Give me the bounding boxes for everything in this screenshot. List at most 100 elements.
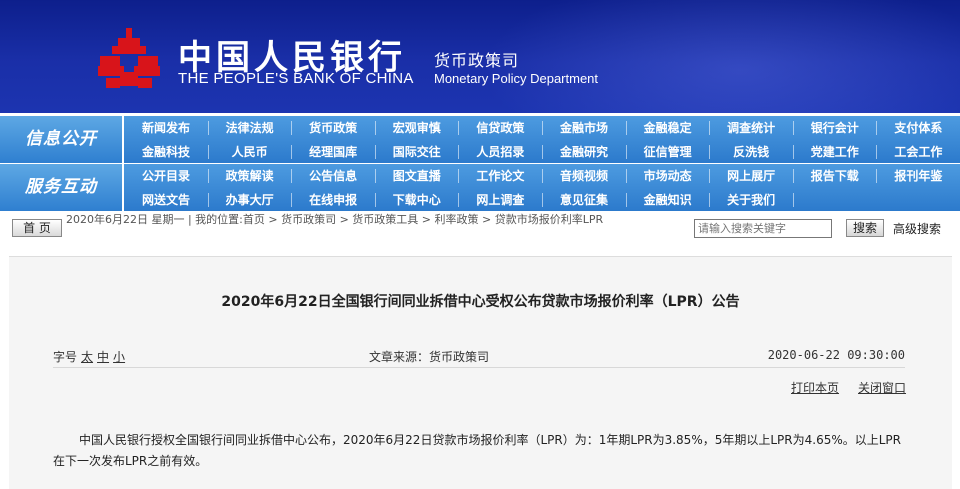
nav-item-group2-row2-6[interactable]: 金融知识	[628, 189, 708, 211]
nav-item-group2-row1-4[interactable]: 工作论文	[460, 165, 540, 187]
nav-separator	[792, 169, 794, 183]
nav-category-service-interaction[interactable]: 服务互动	[0, 164, 122, 211]
department-name-en: Monetary Policy Department	[434, 71, 599, 86]
search-input[interactable]	[694, 219, 832, 238]
nav-item-group1-row2-1[interactable]: 人民币	[210, 141, 290, 163]
nav-item-group2-row1-9[interactable]: 报刊年鉴	[878, 165, 958, 187]
toolbar: 首 页 2020年6月22日 星期一 | 我的位置:首页 > 货币政策司 > 货…	[0, 212, 960, 242]
nav-item-group1-row1-2[interactable]: 货币政策	[293, 117, 373, 139]
nav-item-group2-row1-2[interactable]: 公告信息	[293, 165, 373, 187]
nav-separator	[625, 193, 627, 207]
pboc-logo-icon[interactable]	[96, 26, 162, 92]
nav-separator	[542, 145, 543, 159]
nav-separator	[374, 193, 376, 207]
font-size-medium-link[interactable]: 中	[97, 350, 109, 364]
nav-item-group1-row2-3[interactable]: 国际交往	[377, 141, 457, 163]
header-glow	[480, 0, 960, 113]
nav-separator	[458, 121, 460, 135]
print-page-link[interactable]: 打印本页	[791, 379, 839, 396]
breadcrumb: 2020年6月22日 星期一 | 我的位置:首页 > 货币政策司 > 货币政策工…	[66, 213, 604, 226]
nav-separator	[207, 121, 209, 135]
department-name-cn: 货币政策司	[434, 51, 520, 70]
nav-item-group2-row2-7[interactable]: 关于我们	[711, 189, 791, 211]
advanced-search-link[interactable]: 高级搜索	[893, 220, 941, 237]
nav-separator	[876, 145, 878, 159]
close-window-link[interactable]: 关闭窗口	[858, 379, 906, 396]
article-title: 2020年6月22日全国银行间同业拆借中心受权公布贷款市场报价利率（LPR）公告	[221, 294, 740, 310]
nav-separator	[291, 193, 293, 207]
nav-separator	[291, 145, 293, 159]
nav-item-group1-row2-2[interactable]: 经理国库	[293, 141, 373, 163]
nav-separator	[792, 121, 794, 135]
nav-item-group2-row1-5[interactable]: 音频视频	[544, 165, 624, 187]
nav-item-group1-row1-4[interactable]: 信贷政策	[460, 117, 540, 139]
nav-items-group2: 公开目录 政策解读 公告信息 图文直播 工作论文 音频视频 市场动态 网上展厅 报告下载 报刊年鉴…	[124, 164, 960, 211]
nav-item-group2-row1-8[interactable]: 报告下载	[795, 165, 875, 187]
nav-item-group2-row1-7[interactable]: 网上展厅	[711, 165, 791, 187]
article-container: 2020年6月22日全国银行间同业拆借中心受权公布贷款市场报价利率（LPR）公告…	[9, 256, 952, 489]
site-header: 中国人民银行 THE PEOPLE'S BANK OF CHINA 货币政策司 …	[0, 0, 960, 113]
nav-item-group2-row2-3[interactable]: 下载中心	[377, 189, 457, 211]
article-datetime: 2020-06-22 09:30:00	[767, 348, 905, 362]
nav-item-group1-row1-3[interactable]: 宏观审慎	[377, 117, 457, 139]
nav-item-group1-row1-0[interactable]: 新闻发布	[126, 117, 206, 139]
nav-separator	[458, 169, 460, 183]
nav-item-group2-row1-6[interactable]: 市场动态	[628, 165, 708, 187]
nav-item-group2-row2-4[interactable]: 网上调查	[460, 189, 540, 211]
nav-separator	[792, 193, 794, 207]
font-size-controls: 字号太中小	[53, 348, 125, 365]
nav-items-group1: 新闻发布 法律法规 货币政策 宏观审慎 信贷政策 金融市场 金融稳定 调查统计 银行会计 支付体系…	[124, 116, 960, 163]
nav-separator	[374, 121, 376, 135]
nav-item-group2-row2-0[interactable]: 网送文告	[126, 189, 206, 211]
nav-separator	[709, 193, 711, 207]
main-navigation: 信息公开 新闻发布 法律法规 货币政策 宏观审慎 信贷政策 金融市场 金融稳定 调查统计 银行会…	[0, 113, 960, 211]
nav-item-group1-row2-9[interactable]: 工会工作	[878, 141, 958, 163]
nav-item-group2-row2-2[interactable]: 在线申报	[293, 189, 373, 211]
nav-separator	[876, 121, 878, 135]
nav-separator	[709, 121, 711, 135]
nav-separator	[291, 169, 293, 183]
nav-separator	[876, 169, 878, 183]
nav-item-group1-row1-7[interactable]: 调查统计	[711, 117, 791, 139]
nav-item-group1-row1-9[interactable]: 支付体系	[878, 117, 958, 139]
nav-item-group1-row2-8[interactable]: 党建工作	[795, 141, 875, 163]
nav-separator	[709, 169, 711, 183]
nav-separator	[291, 121, 293, 135]
home-button[interactable]: 首 页	[12, 219, 62, 237]
nav-item-group2-row1-1[interactable]: 政策解读	[210, 165, 290, 187]
nav-item-group1-row1-1[interactable]: 法律法规	[210, 117, 290, 139]
nav-item-group1-row1-5[interactable]: 金融市场	[544, 117, 624, 139]
nav-item-group2-row2-1[interactable]: 办事大厅	[210, 189, 290, 211]
nav-item-group1-row2-6[interactable]: 征信管理	[628, 141, 708, 163]
article-source: 文章来源：货币政策司	[369, 350, 490, 364]
meta-divider	[53, 367, 905, 368]
nav-item-group1-row1-8[interactable]: 银行会计	[795, 117, 875, 139]
nav-item-group1-row2-7[interactable]: 反洗钱	[711, 141, 791, 163]
nav-item-group1-row1-6[interactable]: 金融稳定	[628, 117, 708, 139]
nav-separator	[458, 193, 460, 207]
nav-group-info: 信息公开 新闻发布 法律法规 货币政策 宏观审慎 信贷政策 金融市场 金融稳定 调查统计 银行会…	[0, 116, 960, 163]
nav-separator	[207, 193, 209, 207]
nav-separator	[542, 169, 543, 183]
nav-separator	[374, 145, 376, 159]
nav-item-group1-row2-4[interactable]: 人员招录	[460, 141, 540, 163]
font-size-label: 字号	[53, 350, 78, 364]
nav-item-group1-row2-0[interactable]: 金融科技	[126, 141, 206, 163]
nav-item-group2-row1-0[interactable]: 公开目录	[126, 165, 206, 187]
nav-category-info-disclosure[interactable]: 信息公开	[0, 116, 122, 163]
nav-separator	[542, 121, 543, 135]
font-size-large-link[interactable]: 太	[81, 350, 93, 364]
nav-separator	[625, 169, 627, 183]
bank-name-en: THE PEOPLE'S BANK OF CHINA	[178, 70, 414, 87]
nav-separator	[709, 145, 711, 159]
nav-item-group1-row2-5[interactable]: 金融研究	[544, 141, 624, 163]
search-button[interactable]: 搜索	[846, 219, 884, 237]
nav-separator	[374, 169, 376, 183]
nav-item-group2-row2-5[interactable]: 意见征集	[544, 189, 624, 211]
nav-separator	[458, 145, 460, 159]
nav-separator	[207, 169, 209, 183]
font-size-small-link[interactable]: 小	[113, 350, 125, 364]
nav-item-group2-row1-3[interactable]: 图文直播	[377, 165, 457, 187]
nav-separator	[625, 145, 627, 159]
nav-separator	[625, 121, 627, 135]
